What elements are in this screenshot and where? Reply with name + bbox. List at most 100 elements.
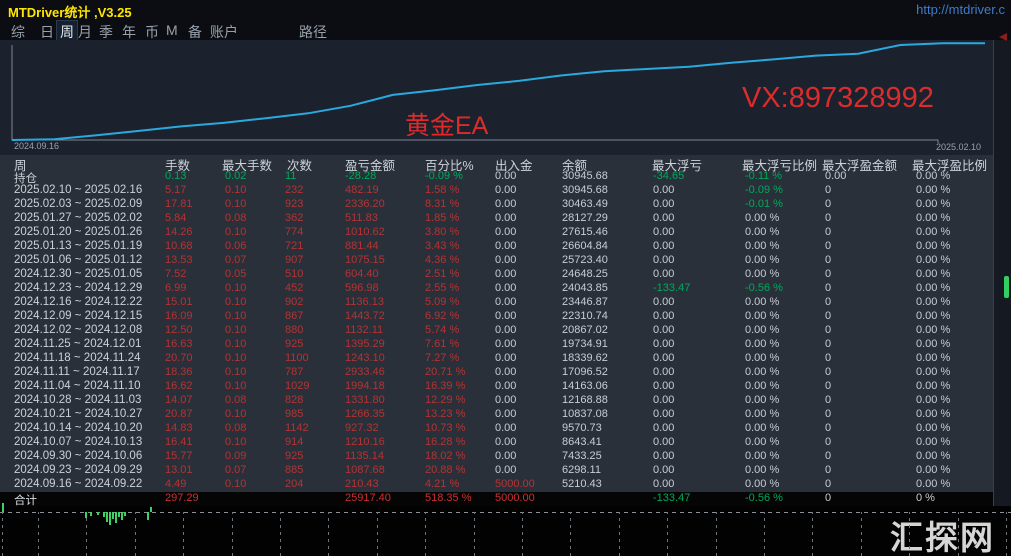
value-cell: 16.39 % (425, 380, 466, 392)
value-cell: 18.36 (165, 366, 193, 378)
value-cell: 1010.62 (345, 226, 385, 238)
period-cell: 2024.12.30 ~ 2025.01.05 (14, 268, 143, 280)
value-cell: 0.00 (495, 240, 517, 252)
value-cell: 210.43 (345, 478, 379, 490)
value-cell: 985 (285, 408, 304, 420)
value-cell: 0.00 % (745, 338, 780, 350)
value-cell: 0.00 (653, 464, 675, 476)
activity-tick (85, 512, 87, 518)
value-cell: 0.00 % (745, 380, 780, 392)
value-cell: 0 (825, 394, 832, 406)
value-cell: 0.00 (653, 198, 675, 210)
value-cell: 14.07 (165, 394, 193, 406)
value-cell: 9570.73 (562, 422, 602, 434)
value-cell: 10837.08 (562, 408, 608, 420)
scrollbar-thumb[interactable] (1004, 276, 1009, 298)
equity-chart: 2024.09.16 2025.02.10 黄金EA VX:897328992 (0, 40, 1011, 155)
value-cell: 6.99 (165, 282, 187, 294)
value-cell: 511.83 (345, 212, 378, 224)
value-cell: 0 (825, 310, 832, 322)
value-cell: 11 (285, 170, 297, 182)
value-cell: 0.00 (495, 380, 517, 392)
value-cell: 22310.74 (562, 310, 608, 322)
value-cell: 867 (285, 310, 304, 322)
value-cell: 721 (285, 240, 304, 252)
value-cell: 0.00 % (916, 324, 951, 336)
value-cell: 914 (285, 436, 304, 448)
website-link[interactable]: http://mtdriver.c (916, 2, 1005, 17)
value-cell: 0 (825, 212, 832, 224)
value-cell: 0.00 % (916, 380, 951, 392)
value-cell: 13.23 % (425, 408, 466, 420)
value-cell: 20.71 % (425, 366, 466, 378)
value-cell: 0.07 (225, 254, 247, 266)
value-cell: 23446.87 (562, 296, 608, 308)
value-cell: 1443.72 (345, 310, 385, 322)
value-cell: 0 (825, 408, 832, 420)
value-cell: 18.02 % (425, 450, 466, 462)
dashed-gridline (474, 512, 475, 556)
value-cell: 0.00 (653, 212, 675, 224)
value-cell: 1210.16 (345, 436, 385, 448)
value-cell: 596.98 (345, 282, 379, 294)
value-cell: 0 (825, 436, 832, 448)
table-row: 2025.01.27 ~ 2025.02.02 5.84 0.08 362 511.83… (0, 212, 1011, 226)
table-row: 2025.02.03 ~ 2025.02.09 17.81 0.10 923 2336.… (0, 198, 1011, 212)
value-cell: 885 (285, 464, 304, 476)
value-cell: 1029 (285, 380, 310, 392)
value-cell: 362 (285, 212, 304, 224)
value-cell: 1395.29 (345, 338, 385, 350)
value-cell: 6298.11 (562, 464, 601, 476)
activity-tick (115, 512, 117, 523)
value-cell: 774 (285, 226, 304, 238)
value-cell: 18339.62 (562, 352, 608, 364)
value-cell: 0.00 % (916, 352, 951, 364)
value-cell: 0.00 (495, 352, 517, 364)
window-title: MTDriver统计 ,V3.25 (8, 5, 132, 20)
value-cell: 0 (825, 282, 832, 294)
activity-tick (97, 512, 99, 515)
dashed-gridline (425, 512, 426, 556)
dashed-gridline (135, 512, 136, 556)
table-row: 2025.01.20 ~ 2025.01.26 14.26 0.10 774 1010.… (0, 226, 1011, 240)
scroll-left-arrow-icon[interactable] (999, 33, 1007, 41)
value-cell: 0.00 (495, 394, 517, 406)
title-bar: MTDriver统计 ,V3.25 http://mtdriver.c (0, 0, 1011, 20)
table-row: 2024.11.25 ~ 2024.12.01 16.63 0.10 925 1395.… (0, 338, 1011, 352)
value-cell: 16.09 (165, 310, 193, 322)
value-cell: 20.70 (165, 352, 193, 364)
value-cell: 0.00 (653, 310, 675, 322)
value-cell: 16.63 (165, 338, 193, 350)
value-cell: 19734.91 (562, 338, 608, 350)
value-cell: 5.74 % (425, 324, 460, 336)
scrollbar-track[interactable] (993, 40, 1011, 506)
value-cell: 923 (285, 198, 304, 210)
dashed-gridline (2, 512, 3, 556)
value-cell: 0 (825, 324, 832, 336)
period-cell: 2024.11.04 ~ 2024.11.10 (14, 380, 141, 392)
value-cell: 24043.85 (562, 282, 608, 294)
value-cell: 2.55 % (425, 282, 460, 294)
value-cell: 0.00 % (916, 198, 951, 210)
value-cell: 0.00 (653, 268, 675, 280)
value-cell: -28.28 (345, 170, 377, 182)
value-cell: 0 (825, 380, 832, 392)
value-cell: 0.00 % (745, 254, 780, 266)
dashed-gridline (522, 512, 523, 556)
value-cell: 1243.10 (345, 352, 385, 364)
value-cell: -133.47 (653, 492, 691, 504)
value-cell: 452 (285, 282, 304, 294)
value-cell: 4.49 (165, 478, 187, 490)
period-cell: 2024.10.21 ~ 2024.10.27 (14, 408, 143, 420)
period-cell: 2024.12.09 ~ 2024.12.15 (14, 310, 143, 322)
activity-tick (106, 512, 108, 522)
stats-table: 周手数 最大手数 次数 盈亏金额 百分比% 出入金 余额 最大浮亏 最大浮亏比例 最大浮盈金额 最大… (0, 155, 1011, 507)
value-cell: 24648.25 (562, 268, 608, 280)
menu-tab-8[interactable]: M (163, 21, 181, 39)
value-cell: 0.00 % (916, 436, 951, 448)
period-cell: 2025.01.13 ~ 2025.01.19 (14, 240, 143, 252)
period-cell: 2025.01.27 ~ 2025.02.02 (14, 212, 143, 224)
table-row: 2024.12.16 ~ 2024.12.22 15.01 0.10 902 1136.… (0, 296, 1011, 310)
table-row: 2024.10.28 ~ 2024.11.03 14.07 0.08 828 1331.… (0, 394, 1011, 408)
value-cell: 0.00 % (916, 464, 951, 476)
